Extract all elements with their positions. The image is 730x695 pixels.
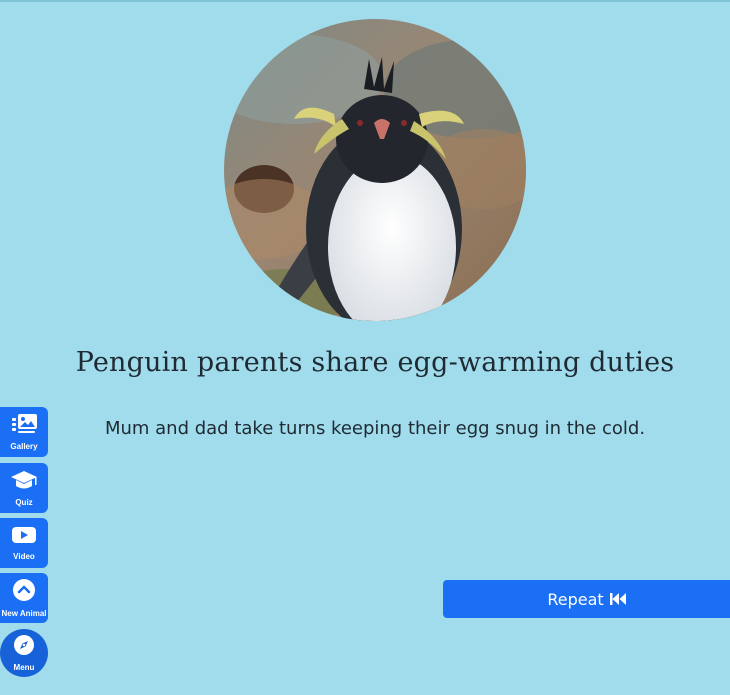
sidebar-item-label: Video [13, 552, 35, 561]
sidebar-item-label: Quiz [15, 498, 33, 507]
lesson-subtitle: Mum and dad take turns keeping their egg… [104, 418, 646, 439]
sidebar-item-video[interactable]: Video [0, 518, 48, 568]
page-title: Penguin parents share egg-warming duties [75, 347, 675, 378]
gallery-icon [10, 413, 38, 439]
repeat-button[interactable]: Repeat [443, 580, 730, 618]
sidebar-item-gallery[interactable]: Gallery [0, 407, 48, 457]
chevron-up-icon [12, 578, 36, 606]
compass-icon [13, 634, 35, 660]
penguin-photo [224, 19, 526, 321]
sidebar-item-quiz[interactable]: Quiz [0, 463, 48, 513]
sidebar-item-label: Menu [13, 663, 35, 672]
graduation-cap-icon [10, 469, 38, 495]
sidebar-item-menu[interactable]: Menu [0, 629, 48, 677]
repeat-label: Repeat [547, 589, 604, 609]
play-icon [11, 525, 37, 549]
rewind-icon [609, 592, 626, 606]
top-border [0, 0, 730, 2]
sidebar-item-label: Gallery [10, 442, 38, 451]
sidebar-item-new-animal[interactable]: New Animal [0, 573, 48, 623]
sidebar-item-label: New Animal [1, 609, 47, 618]
